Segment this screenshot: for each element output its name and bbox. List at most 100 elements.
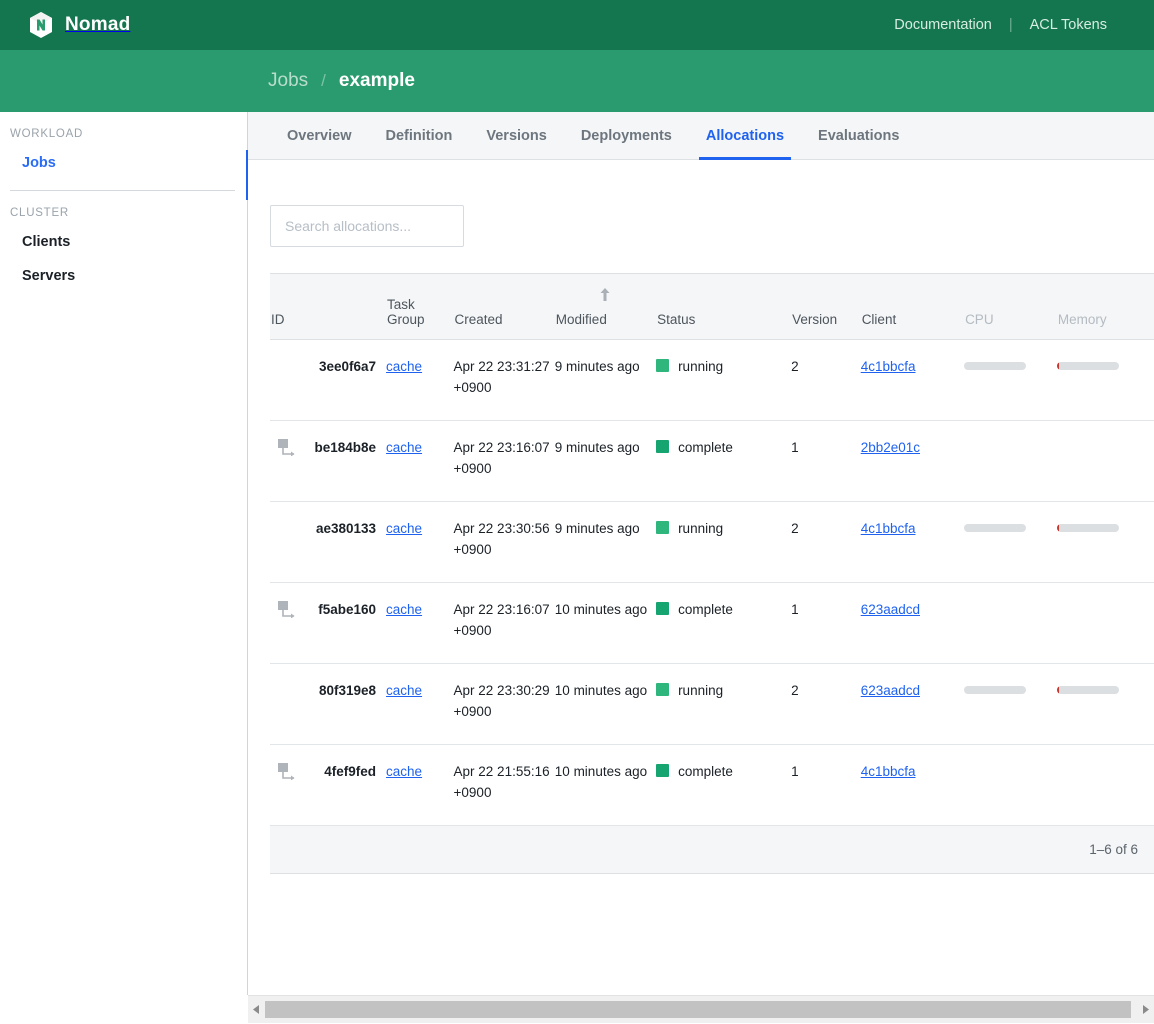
documentation-link[interactable]: Documentation [877,17,1009,33]
cell-modified: 9 minutes ago [554,420,657,502]
task-group-link[interactable]: cache [386,521,422,536]
table-row[interactable]: ae380133 cache Apr 22 23:30:56 +0900 9 minu… [270,501,1154,583]
horizontal-scrollbar-track[interactable] [265,996,1137,1024]
cell-id[interactable]: 80f319e8 [270,663,387,745]
cell-modified: 10 minutes ago [554,663,657,745]
tab-definition[interactable]: Definition [369,112,470,160]
sidebar-item-servers[interactable]: Servers [0,259,247,293]
column-header-status[interactable]: Status [656,273,792,340]
cell-task-group: cache [386,420,454,502]
allocation-id: f5abe160 [318,602,377,617]
tab-evaluations[interactable]: Evaluations [801,112,916,160]
client-link[interactable]: 4c1bbcfa [861,521,916,536]
cell-id[interactable]: ae380133 [270,501,387,583]
task-group-link[interactable]: cache [386,764,422,779]
search-allocations-input[interactable] [270,205,464,247]
top-navigation: Documentation | ACL Tokens [877,17,1154,33]
cell-task-group: cache [386,663,454,745]
cell-status: complete [656,420,792,502]
brand-name: Nomad [65,14,131,35]
cell-client: 4c1bbcfa [860,339,965,421]
column-header-version[interactable]: Version [791,273,861,340]
cell-created: Apr 22 23:16:07 +0900 [453,420,555,502]
horizontal-scrollbar[interactable] [248,995,1154,1023]
cell-version: 2 [791,501,861,583]
scroll-right-caret-icon[interactable] [1137,996,1154,1024]
tab-overview[interactable]: Overview [270,112,369,160]
status-label: complete [678,764,733,779]
tab-bar: Overview Definition Versions Deployments… [248,112,1154,160]
cell-client: 2bb2e01c [860,420,965,502]
brand-home-link[interactable]: Nomad [0,11,130,39]
cell-task-group: cache [386,501,454,583]
task-group-link[interactable]: cache [386,683,422,698]
memory-meter-fill [1056,362,1060,370]
cell-task-group: cache [386,582,454,664]
cell-client: 623aadcd [860,582,965,664]
top-brand-bar: Nomad Documentation | ACL Tokens [0,0,1154,50]
acl-tokens-link[interactable]: ACL Tokens [1013,17,1124,33]
cell-id[interactable]: f5abe160 [270,582,387,664]
table-row[interactable]: be184b8e cache Apr 22 23:16:07 +0900 9 minu… [270,420,1154,502]
column-header-modified[interactable]: Modified [554,273,657,340]
cell-cpu [964,744,1057,826]
cpu-meter [964,362,1027,370]
cell-id[interactable]: 3ee0f6a7 [270,339,387,421]
cell-version: 1 [791,420,861,502]
sidebar-section-title-workload: WORKLOAD [10,128,84,140]
column-header-id[interactable]: ID [270,273,387,340]
breadcrumb-jobs-link[interactable]: Jobs [268,70,308,92]
task-group-link[interactable]: cache [386,440,422,455]
cell-created: Apr 22 21:55:16 +0900 [453,744,555,826]
allocation-id: 4fef9fed [324,764,377,779]
column-header-task-group[interactable]: Task Group [386,273,454,340]
client-link[interactable]: 623aadcd [861,602,920,617]
table-row[interactable]: 80f319e8 cache Apr 22 23:30:29 +0900 10 min… [270,663,1154,745]
cell-client: 4c1bbcfa [860,744,965,826]
cell-client: 623aadcd [860,663,965,745]
column-header-memory: Memory [1056,273,1154,340]
cell-status: running [656,339,792,421]
breadcrumb-bar: Jobs / example [0,50,1154,112]
tab-versions[interactable]: Versions [469,112,563,160]
client-link[interactable]: 2bb2e01c [861,440,920,455]
cell-version: 2 [791,663,861,745]
tab-deployments[interactable]: Deployments [564,112,689,160]
allocation-id: 3ee0f6a7 [318,359,377,374]
status-label: running [678,521,724,536]
status-label: complete [678,602,733,617]
client-link[interactable]: 4c1bbcfa [861,359,916,374]
column-header-modified-label: Modified [555,312,607,327]
column-header-created[interactable]: Created [453,273,555,340]
table-row[interactable]: 4fef9fed cache Apr 22 21:55:16 +0900 10 min… [270,744,1154,826]
cell-created: Apr 22 23:30:56 +0900 [453,501,555,583]
cell-status: complete [656,582,792,664]
sidebar-item-clients[interactable]: Clients [0,225,247,259]
task-group-link[interactable]: cache [386,602,422,617]
cell-client: 4c1bbcfa [860,501,965,583]
table-row[interactable]: 3ee0f6a7 cache Apr 22 23:31:27 +0900 9 minu… [270,339,1154,421]
cell-modified: 10 minutes ago [554,744,657,826]
scroll-left-caret-icon[interactable] [248,996,265,1024]
status-label: running [678,359,724,374]
table-row[interactable]: f5abe160 cache Apr 22 23:16:07 +0900 10 min… [270,582,1154,664]
client-link[interactable]: 4c1bbcfa [861,764,916,779]
allocation-id: ae380133 [315,521,377,536]
nomad-cube-logo-icon [28,11,54,39]
task-group-link[interactable]: cache [386,359,422,374]
tab-allocations[interactable]: Allocations [689,112,801,160]
horizontal-scrollbar-thumb[interactable] [265,1000,1131,1018]
sidebar-section-title-cluster: CLUSTER [10,207,69,219]
cell-memory [1056,339,1154,421]
sidebar-item-jobs[interactable]: Jobs [0,146,247,180]
allocations-table-container: ID Task Group Created Modified Status Ve… [270,273,1154,874]
cell-version: 1 [791,582,861,664]
column-header-client[interactable]: Client [860,273,965,340]
cell-id[interactable]: be184b8e [270,420,387,502]
cell-cpu [964,339,1057,421]
client-link[interactable]: 623aadcd [861,683,920,698]
cell-version: 2 [791,339,861,421]
cell-id[interactable]: 4fef9fed [270,744,387,826]
status-indicator-swatch [656,521,670,534]
breadcrumb-separator: / [321,71,326,90]
